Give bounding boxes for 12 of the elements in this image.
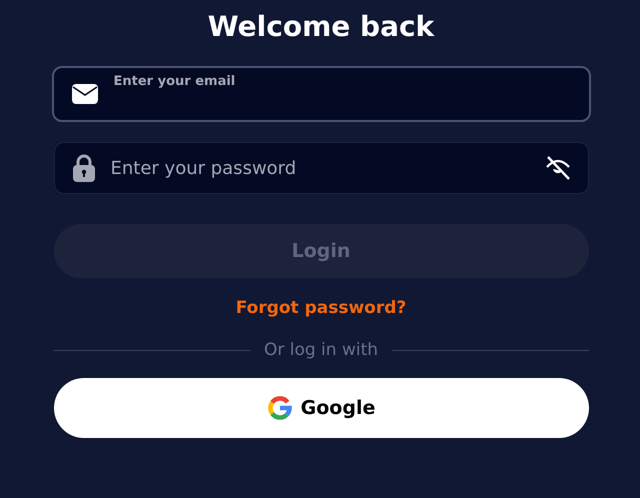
social-login-button[interactable]: Google (54, 378, 588, 438)
google-logo-icon (266, 395, 293, 421)
envelope-icon (72, 84, 98, 104)
field-label: Enter your email (114, 74, 236, 89)
lock-icon (72, 154, 94, 182)
divider-text: Or log in with (264, 340, 378, 360)
forgot-password-link[interactable]: Forgot password? (236, 298, 406, 318)
password-input[interactable]: Enter your password (110, 153, 544, 183)
email-field[interactable]: Enter your email (52, 66, 590, 122)
eye-slash-icon[interactable] (544, 155, 572, 181)
password-field[interactable]: Enter your password (54, 142, 588, 194)
page-title: Welcome back (206, 9, 436, 45)
